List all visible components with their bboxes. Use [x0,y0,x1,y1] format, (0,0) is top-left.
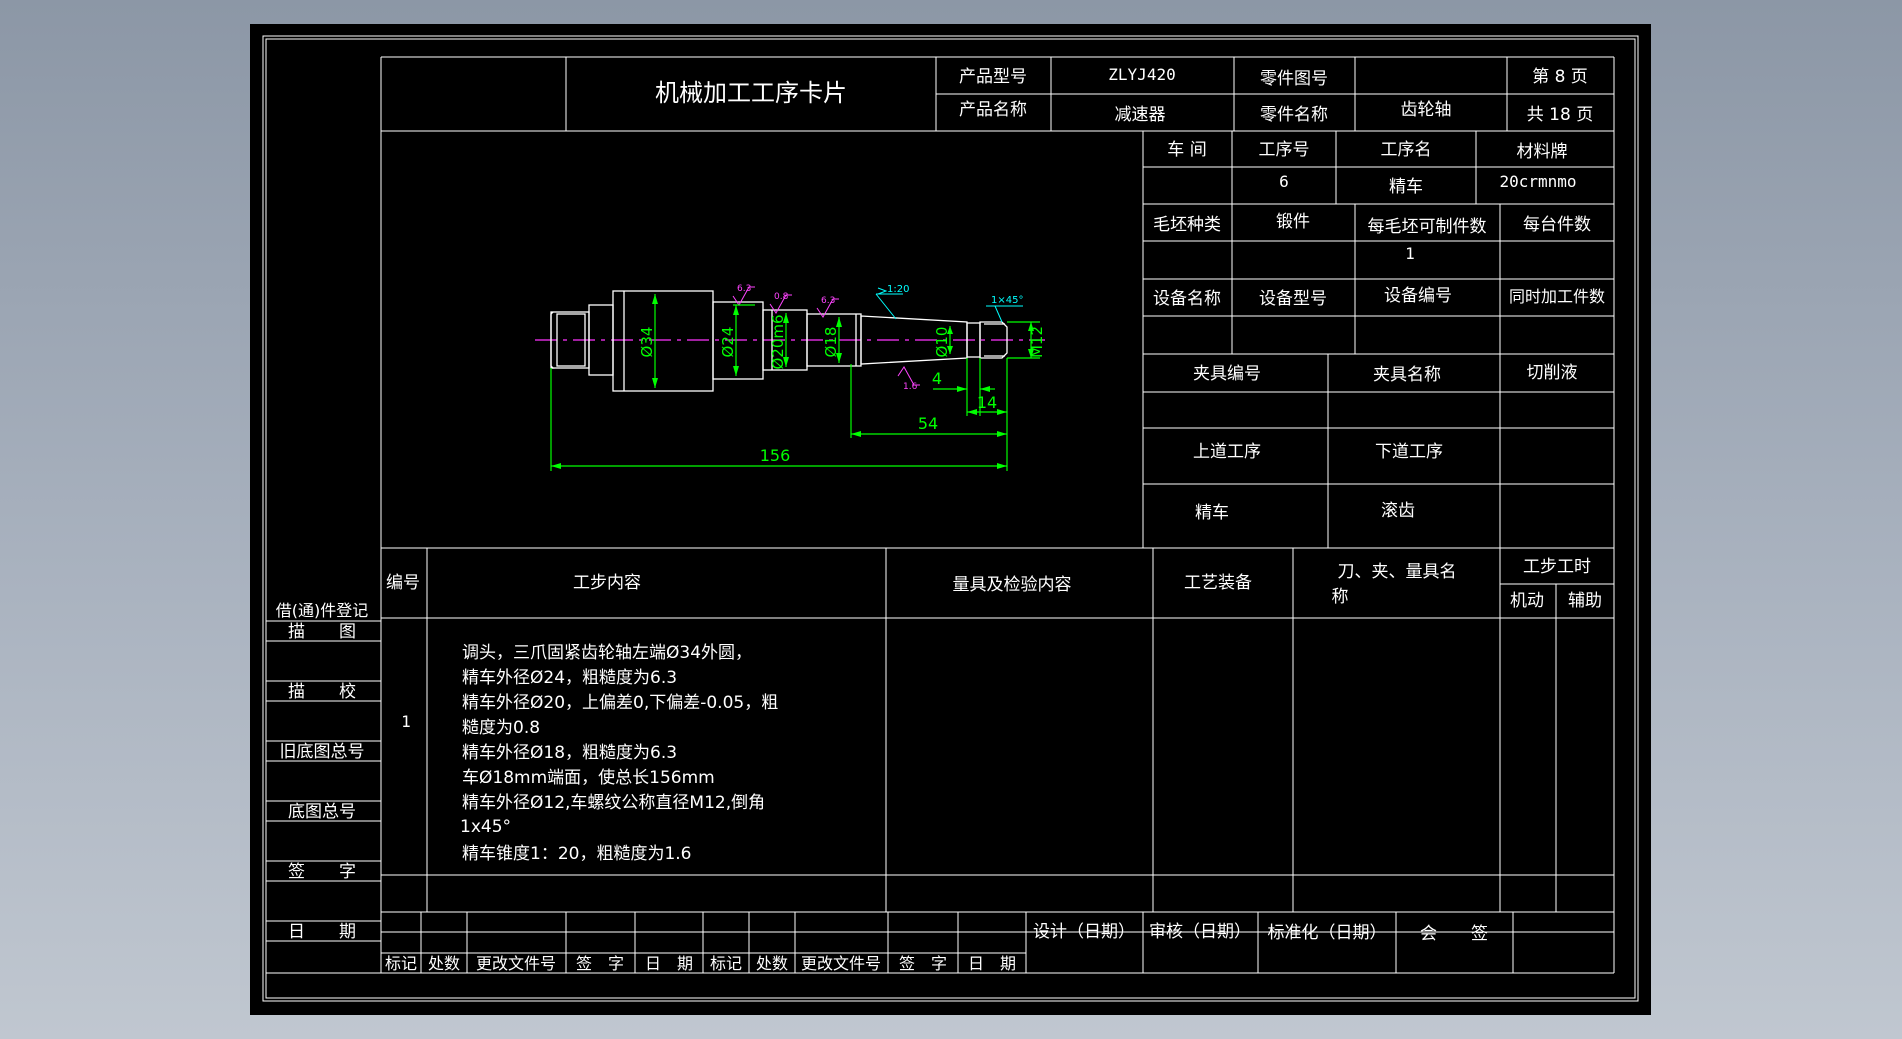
roughness-1: 6.3 [737,284,751,294]
dim-d18: Ø18 [822,327,840,358]
blank-type-label: 毛坯种类 [1153,215,1221,235]
dim-d20: Ø20m6 [769,314,787,369]
footer-col: 签 字 [576,954,624,973]
part-drawing-no-label: 零件图号 [1260,69,1328,89]
step-no: 1 [401,712,411,731]
workshop-label: 车 间 [1167,140,1206,160]
equip-name-label: 设备名称 [1153,289,1221,309]
base-no: 底图总号 [288,802,356,822]
drawing-viewport[interactable]: 机械加工工序卡片 产品型号 ZLYJ420 零件图号 第 8 页 产品名称 减速… [250,24,1651,1015]
dim-d34: Ø34 [638,327,656,358]
part-name-value: 齿轮轴 [1401,100,1452,120]
blank-type-value: 锻件 [1276,212,1310,232]
shaft-drawing [535,290,1045,392]
col-no: 编号 [386,573,420,593]
card-title: 机械加工工序卡片 [655,79,847,107]
footer-col: 日 期 [645,954,693,973]
footer-countersign: 会 签 [1420,924,1488,944]
borrow-register: 借(通)件登记 [276,601,369,620]
page-total: 共 18 页 [1527,105,1593,125]
next-op-label: 下道工序 [1375,442,1443,462]
footer-review: 审核（日期） [1149,922,1251,942]
material-label: 材料牌 [1517,142,1568,162]
footer-standard: 标准化（日期） [1268,923,1387,943]
step-content: 调头，三爪固紧齿轮轴左端Ø34外圆， 精车外径Ø24，粗糙度为6.3 精车外径Ø… [460,643,778,864]
dim-len4: 4 [932,369,942,388]
step-line: 精车外径Ø12,车螺纹公称直径M12,倒角 [462,793,765,813]
col-tools-2: 称 [1332,587,1349,607]
old-base-no: 旧底图总号 [280,742,365,762]
col-tools: 刀、夹、量具名 [1338,562,1457,582]
process-name-label: 工序名 [1381,140,1432,160]
page-current: 第 8 页 [1532,67,1588,87]
equip-model-label: 设备型号 [1259,289,1327,309]
col-content: 工步内容 [573,573,641,593]
process-no-label: 工序号 [1259,140,1310,160]
step-line: 1x45° [460,817,511,837]
col-step-time: 工步工时 [1523,557,1591,577]
col-aux: 辅助 [1568,591,1602,611]
footer-col: 处数 [756,954,788,973]
process-card-svg: 机械加工工序卡片 产品型号 ZLYJ420 零件图号 第 8 页 产品名称 减速… [262,35,1639,1002]
equip-no-label: 设备编号 [1384,286,1452,306]
material-value: 20crmnmo [1499,172,1576,191]
col-machine: 机动 [1510,591,1544,611]
coolant-label: 切削液 [1527,363,1578,383]
footer-col: 处数 [428,954,460,973]
process-name-value: 精车 [1389,177,1423,197]
dim-d24: Ø24 [719,327,737,358]
prev-op-label: 上道工序 [1193,442,1261,462]
product-model-label: 产品型号 [959,67,1027,87]
next-op-value: 滚齿 [1381,501,1415,521]
product-name-value: 减速器 [1115,105,1166,125]
step-line: 精车外径Ø18，粗糙度为6.3 [462,743,677,763]
simultaneous-label: 同时加工件数 [1509,287,1605,306]
footer-design: 设计（日期） [1033,922,1135,942]
part-name-label: 零件名称 [1260,105,1328,125]
dim-d10: Ø10 [933,327,951,358]
trace: 描 图 [288,622,356,642]
fixture-name-label: 夹具名称 [1373,365,1441,385]
chamfer-label: 1×45° [991,295,1023,306]
date: 日 期 [288,922,356,942]
header-grid [380,56,1615,973]
roughness-2: 0.8 [774,292,789,302]
step-line: 精车外径Ø20，上偏差0,下偏差-0.05，粗 [462,693,778,713]
parts-per-unit-label: 每台件数 [1523,215,1591,235]
process-no-value: 6 [1279,172,1289,191]
step-line: 精车锥度1：20，粗糙度为1.6 [462,844,691,864]
roughness-4: 1.6 [903,382,918,392]
fixture-no-label: 夹具编号 [1193,364,1261,384]
product-model-value: ZLYJ420 [1108,65,1175,84]
step-line: 糙度为0.8 [462,718,540,738]
dim-len54: 54 [918,414,938,433]
col-equipment: 工艺装备 [1184,573,1252,593]
parts-per-blank-value: 1 [1405,244,1415,263]
footer-col: 日 期 [968,954,1016,973]
trace-check: 描 校 [288,682,356,702]
footer-col: 标记 [710,954,742,973]
dim-m12: M12 [1028,326,1046,358]
roughness-3: 6.3 [821,296,835,306]
footer-col: 签 字 [899,954,947,973]
signature: 签 字 [288,862,356,882]
dim-len156: 156 [760,446,791,465]
footer-col: 标记 [385,954,417,973]
dim-len14: 14 [977,393,997,412]
col-inspection: 量具及检验内容 [953,575,1072,595]
prev-op-value: 精车 [1195,503,1229,523]
step-line: 车Ø18mm端面，使总长156mm [462,767,715,788]
taper-label: 1:20 [887,284,909,295]
footer-col: 更改文件号 [476,954,556,973]
step-line: 精车外径Ø24，粗糙度为6.3 [462,668,677,688]
info-grid [1142,131,1614,549]
step-line: 调头，三爪固紧齿轮轴左端Ø34外圆， [462,643,752,663]
parts-per-blank-label: 每毛坯可制件数 [1368,217,1487,237]
product-name-label: 产品名称 [959,100,1027,120]
footer-col: 更改文件号 [801,954,881,973]
footer-cols: 标记 处数 更改文件号 签 字 日 期 标记 处数 更改文件号 签 字 日 期 [385,954,1016,973]
